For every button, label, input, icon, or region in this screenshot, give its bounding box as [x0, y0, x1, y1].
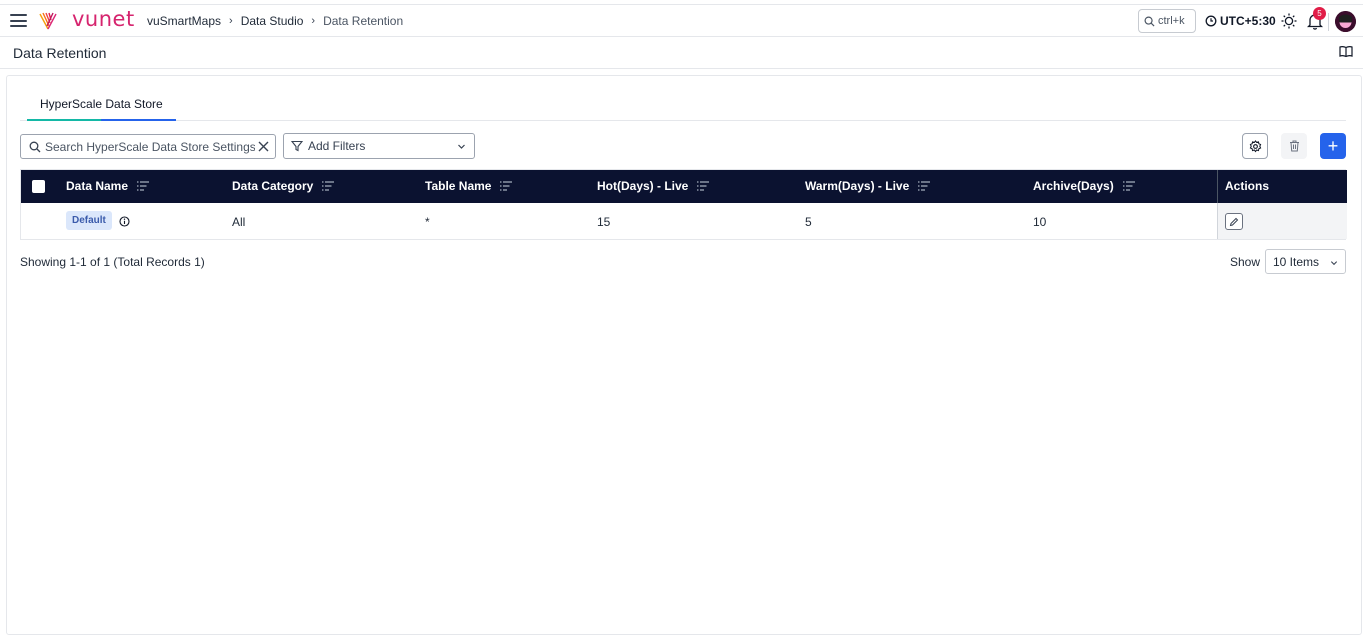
page-size-select[interactable]: 10 Items: [1265, 249, 1346, 274]
sort-icon[interactable]: [500, 181, 513, 191]
global-search-button[interactable]: ctrl+k: [1138, 9, 1196, 33]
search-input[interactable]: [45, 139, 255, 154]
chevron-down-icon: [1330, 261, 1338, 266]
column-header-hot-days: Hot(Days) - Live: [597, 179, 710, 193]
breadcrumb-item-vusmartmaps[interactable]: vuSmartMaps: [147, 14, 221, 28]
trash-icon: [1289, 140, 1299, 152]
sort-icon[interactable]: [918, 181, 931, 191]
table-settings-button[interactable]: [1242, 133, 1268, 159]
brand-logo: vunet: [72, 7, 135, 31]
chevron-right-icon: ›: [229, 15, 233, 27]
delete-button[interactable]: [1281, 133, 1307, 159]
pencil-icon: [1229, 217, 1239, 226]
table-header: Data Name Data Category Table Name Hot(D…: [21, 170, 1347, 203]
sort-icon[interactable]: [697, 181, 710, 191]
hamburger-icon[interactable]: [10, 14, 27, 27]
breadcrumb: vuSmartMaps › Data Studio › Data Retenti…: [147, 14, 403, 28]
data-name-tag: Default: [66, 211, 112, 230]
sun-icon[interactable]: [1280, 12, 1298, 30]
cell-hot-days: 15: [597, 215, 611, 229]
records-summary: Showing 1-1 of 1 (Total Records 1): [20, 255, 205, 269]
avatar-icon[interactable]: [1335, 11, 1356, 32]
divider: [1328, 13, 1329, 31]
cell-table-name: *: [425, 215, 430, 229]
page-title: Data Retention: [13, 45, 107, 61]
page-size-value: 10 Items: [1273, 255, 1320, 269]
cell-warm-days: 5: [805, 215, 812, 229]
timezone-label: UTC+5:30: [1220, 14, 1276, 28]
breadcrumb-item-data-retention: Data Retention: [323, 14, 404, 28]
cell-data-category: All: [232, 215, 246, 229]
edit-button[interactable]: [1225, 213, 1243, 230]
add-filters-dropdown[interactable]: Add Filters: [283, 133, 475, 159]
search-icon: [29, 141, 41, 152]
search-box: [20, 134, 276, 159]
info-icon[interactable]: [119, 216, 130, 227]
add-button[interactable]: +: [1320, 133, 1346, 159]
cell-actions: [1217, 203, 1347, 239]
column-header-table-name: Table Name: [425, 179, 513, 193]
column-header-data-name: Data Name: [66, 179, 150, 193]
data-retention-table: Data Name Data Category Table Name Hot(D…: [20, 169, 1347, 240]
page-header: Data Retention: [0, 37, 1363, 69]
select-all-checkbox[interactable]: [32, 180, 45, 193]
cell-archive-days: 10: [1033, 215, 1047, 229]
sort-icon[interactable]: [322, 181, 335, 191]
tab-bar: HyperScale Data Store: [20, 93, 1346, 121]
column-header-archive-days: Archive(Days): [1033, 179, 1135, 193]
add-filters-label: Add Filters: [308, 139, 366, 153]
column-header-warm-days: Warm(Days) - Live: [805, 179, 931, 193]
chevron-right-icon: ›: [311, 15, 316, 27]
gear-icon: [1249, 139, 1261, 152]
close-icon[interactable]: [258, 141, 269, 152]
column-header-actions-cell: Actions: [1217, 170, 1347, 203]
top-bar: vunet vuSmartMaps › Data Studio › Data R…: [0, 4, 1363, 37]
book-icon[interactable]: [1339, 45, 1353, 58]
filter-icon: [291, 140, 303, 152]
timezone-display[interactable]: UTC+5:30: [1205, 14, 1276, 28]
plus-icon: +: [1327, 136, 1339, 156]
vunet-logo-icon: [39, 12, 57, 30]
sort-icon[interactable]: [1122, 181, 1135, 191]
notification-badge: 5: [1313, 7, 1326, 20]
table-row: Default All * 15 5 10: [21, 203, 1347, 239]
search-shortcut-label: ctrl+k: [1158, 15, 1185, 27]
chevron-down-icon: [458, 144, 465, 149]
content-panel: [6, 75, 1362, 635]
search-icon: [1144, 16, 1155, 27]
sort-icon[interactable]: [137, 181, 150, 191]
column-header-actions: Actions: [1225, 179, 1270, 193]
breadcrumb-item-data-studio[interactable]: Data Studio: [241, 14, 304, 28]
tab-hyperscale-data-store[interactable]: HyperScale Data Store: [27, 93, 176, 121]
column-header-data-category: Data Category: [232, 179, 335, 193]
clock-icon: [1205, 15, 1217, 27]
page-size-label: Show: [1230, 255, 1261, 269]
